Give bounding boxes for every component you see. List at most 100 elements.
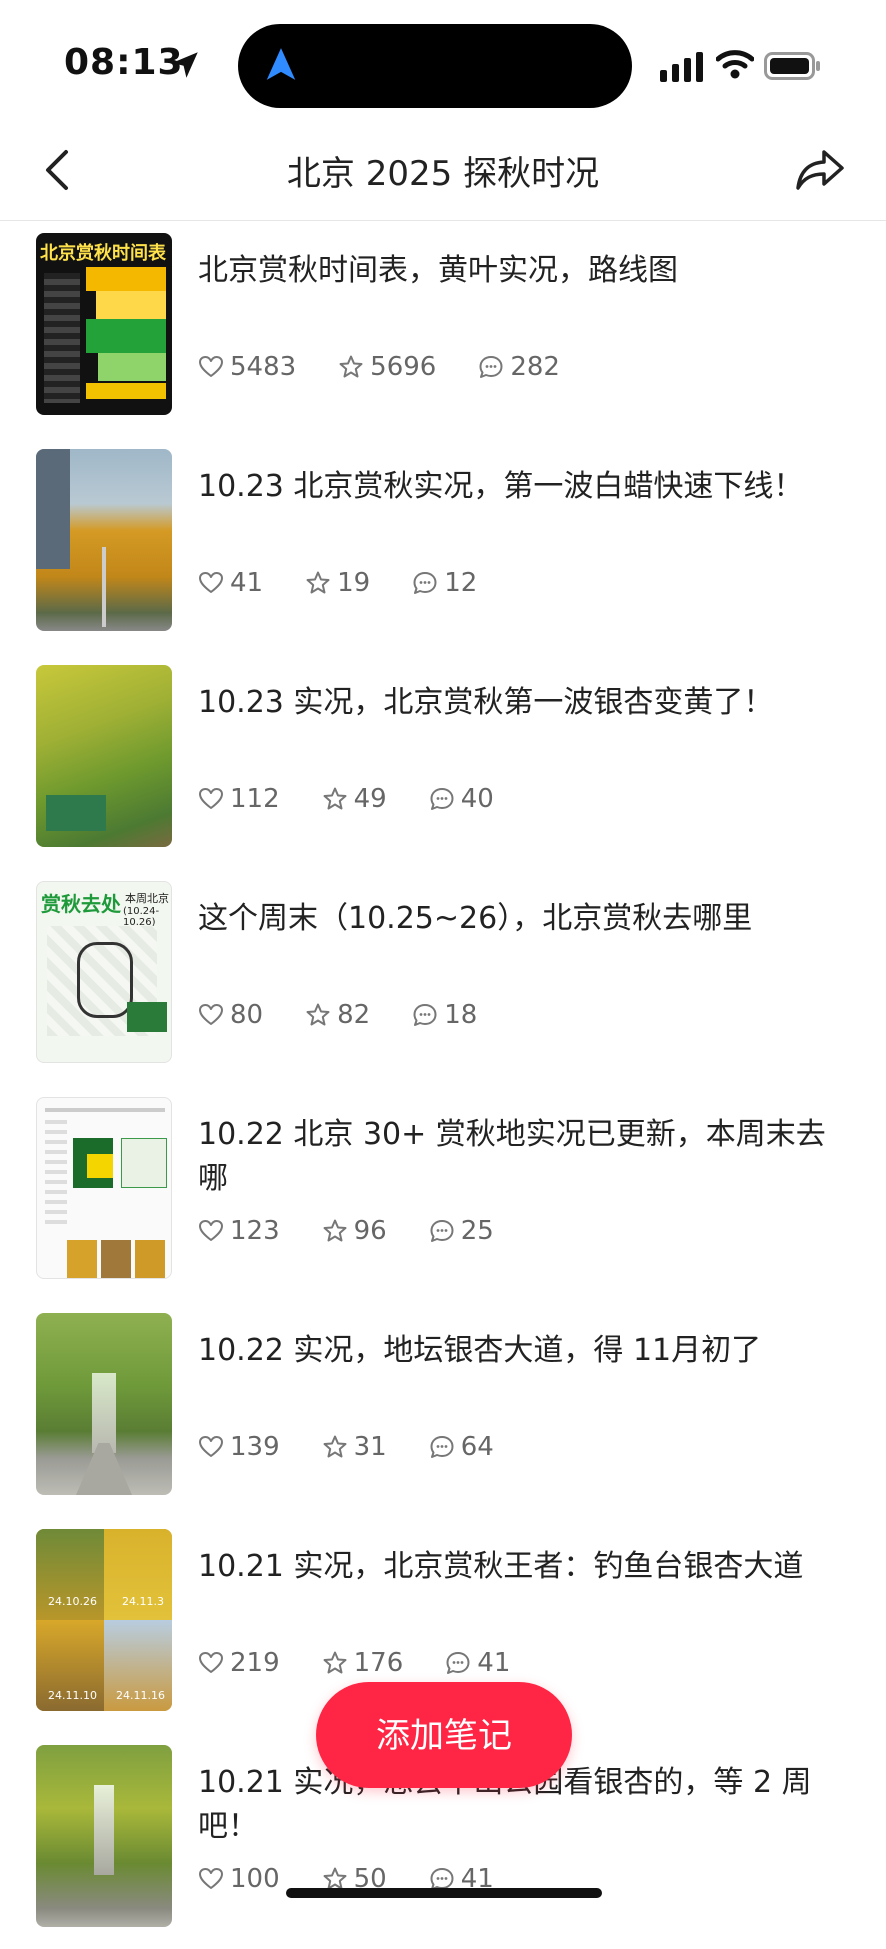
comment-count: 18 xyxy=(444,1000,478,1030)
like-stat[interactable]: 139 xyxy=(198,1432,280,1462)
comment-count: 41 xyxy=(477,1648,511,1678)
like-stat[interactable]: 41 xyxy=(198,568,263,598)
note-thumbnail xyxy=(36,1745,172,1927)
note-stats: 219 176 41 xyxy=(198,1645,552,1681)
list-item[interactable]: 10.22 北京 30+ 赏秋地实况已更新，本周末去哪 123 96 25 xyxy=(0,1085,886,1301)
note-title: 10.21 实况，北京赏秋王者：钓鱼台银杏大道 xyxy=(198,1549,804,1584)
note-thumbnail xyxy=(36,1097,172,1279)
photo-date: 24.11.10 xyxy=(48,1689,97,1702)
comment-count: 64 xyxy=(460,1432,494,1462)
comment-icon xyxy=(412,570,438,596)
favorite-stat[interactable]: 176 xyxy=(322,1648,404,1678)
list-item[interactable]: 10.23 实况，北京赏秋第一波银杏变黄了！ 112 49 40 xyxy=(0,653,886,869)
home-indicator[interactable] xyxy=(286,1888,602,1898)
page-title: 北京 2025 探秋时况 xyxy=(286,154,600,194)
note-stats: 80 82 18 xyxy=(198,997,519,1033)
list-item[interactable]: 10.22 实况，地坛银杏大道，得 11月初了 139 31 64 xyxy=(0,1301,886,1517)
comment-stat[interactable]: 40 xyxy=(429,784,494,814)
share-button[interactable] xyxy=(792,142,848,198)
list-item[interactable]: 北京赏秋时间表 北京赏秋时间表，黄叶实况，路线图 5483 5696 282 xyxy=(0,221,886,437)
comment-stat[interactable]: 282 xyxy=(478,352,560,382)
heart-icon xyxy=(198,1866,224,1892)
note-thumbnail xyxy=(36,449,172,631)
like-stat[interactable]: 80 xyxy=(198,1000,263,1030)
heart-icon xyxy=(198,1434,224,1460)
star-icon xyxy=(322,786,348,812)
note-title: 这个周末（10.25~26），北京赏秋去哪里 xyxy=(198,901,753,936)
favorite-count: 176 xyxy=(353,1648,404,1678)
favorite-count: 96 xyxy=(353,1216,387,1246)
like-stat[interactable]: 123 xyxy=(198,1216,280,1246)
comment-stat[interactable]: 64 xyxy=(429,1432,494,1462)
photo-date: 24.10.26 xyxy=(48,1595,97,1608)
comment-icon xyxy=(412,1002,438,1028)
note-stats: 5483 5696 282 xyxy=(198,349,602,385)
comment-stat[interactable]: 18 xyxy=(412,1000,477,1030)
note-title: 北京赏秋时间表，黄叶实况，路线图 xyxy=(198,253,678,288)
note-title: 10.23 北京赏秋实况，第一波白蜡快速下线！ xyxy=(198,469,804,504)
star-icon xyxy=(338,354,364,380)
note-stats: 123 96 25 xyxy=(198,1213,536,1249)
comment-icon xyxy=(445,1650,471,1676)
favorite-count: 19 xyxy=(337,568,371,598)
note-stats: 112 49 40 xyxy=(198,781,536,817)
favorite-stat[interactable]: 96 xyxy=(322,1216,387,1246)
dynamic-island xyxy=(238,24,632,108)
favorite-count: 82 xyxy=(337,1000,371,1030)
star-icon xyxy=(305,570,331,596)
thumbnail-title: 赏秋去处 xyxy=(41,892,121,916)
favorite-stat[interactable]: 19 xyxy=(305,568,370,598)
favorite-count: 49 xyxy=(353,784,387,814)
note-thumbnail: 赏秋去处 本周北京 (10.24-10.26) xyxy=(36,881,172,1063)
heart-icon xyxy=(198,570,224,596)
like-stat[interactable]: 112 xyxy=(198,784,280,814)
note-thumbnail xyxy=(36,665,172,847)
thumbnail-title: 北京赏秋时间表 xyxy=(40,243,166,264)
note-thumbnail: 北京赏秋时间表 xyxy=(36,233,172,415)
add-note-button[interactable]: 添加笔记 xyxy=(316,1682,572,1788)
note-title: 10.23 实况，北京赏秋第一波银杏变黄了！ xyxy=(198,685,774,720)
favorite-stat[interactable]: 31 xyxy=(322,1432,387,1462)
star-icon xyxy=(322,1650,348,1676)
navigation-app-icon xyxy=(266,48,296,80)
comment-stat[interactable]: 12 xyxy=(412,568,477,598)
favorite-stat[interactable]: 49 xyxy=(322,784,387,814)
nav-bar: 北京 2025 探秋时况 xyxy=(0,120,886,221)
comment-icon xyxy=(429,786,455,812)
favorite-stat[interactable]: 82 xyxy=(305,1000,370,1030)
comment-count: 12 xyxy=(444,568,478,598)
comment-icon xyxy=(429,1434,455,1460)
like-stat[interactable]: 100 xyxy=(198,1864,280,1894)
wifi-icon xyxy=(716,50,754,79)
like-stat[interactable]: 5483 xyxy=(198,352,296,382)
like-count: 219 xyxy=(230,1648,280,1678)
like-count: 139 xyxy=(230,1432,280,1462)
list-item[interactable]: 10.23 北京赏秋实况，第一波白蜡快速下线！ 41 19 12 xyxy=(0,437,886,653)
note-title: 10.22 北京 30+ 赏秋地实况已更新，本周末去哪 xyxy=(198,1117,826,1196)
star-icon xyxy=(322,1434,348,1460)
battery-icon xyxy=(764,52,820,80)
like-count: 80 xyxy=(230,1000,264,1030)
heart-icon xyxy=(198,1218,224,1244)
comment-stat[interactable]: 25 xyxy=(429,1216,494,1246)
comment-count: 282 xyxy=(510,352,560,382)
like-stat[interactable]: 219 xyxy=(198,1648,280,1678)
comment-icon xyxy=(429,1218,455,1244)
note-thumbnail: 24.10.26 24.11.3 24.11.10 24.11.16 xyxy=(36,1529,172,1711)
heart-icon xyxy=(198,786,224,812)
photo-date: 24.11.3 xyxy=(122,1595,164,1608)
like-count: 112 xyxy=(230,784,280,814)
cellular-signal-icon xyxy=(660,52,703,82)
like-count: 41 xyxy=(230,568,264,598)
comment-stat[interactable]: 41 xyxy=(445,1648,510,1678)
favorite-stat[interactable]: 5696 xyxy=(338,352,436,382)
like-count: 100 xyxy=(230,1864,280,1894)
comment-icon xyxy=(478,354,504,380)
comment-count: 25 xyxy=(460,1216,494,1246)
status-bar: 08:13 xyxy=(0,0,886,120)
list-item[interactable]: 赏秋去处 本周北京 (10.24-10.26) 这个周末（10.25~26），北… xyxy=(0,869,886,1085)
thumbnail-subtitle: 本周北京 xyxy=(125,892,169,905)
like-count: 123 xyxy=(230,1216,280,1246)
comment-count: 40 xyxy=(460,784,494,814)
photo-date: 24.11.16 xyxy=(116,1689,165,1702)
